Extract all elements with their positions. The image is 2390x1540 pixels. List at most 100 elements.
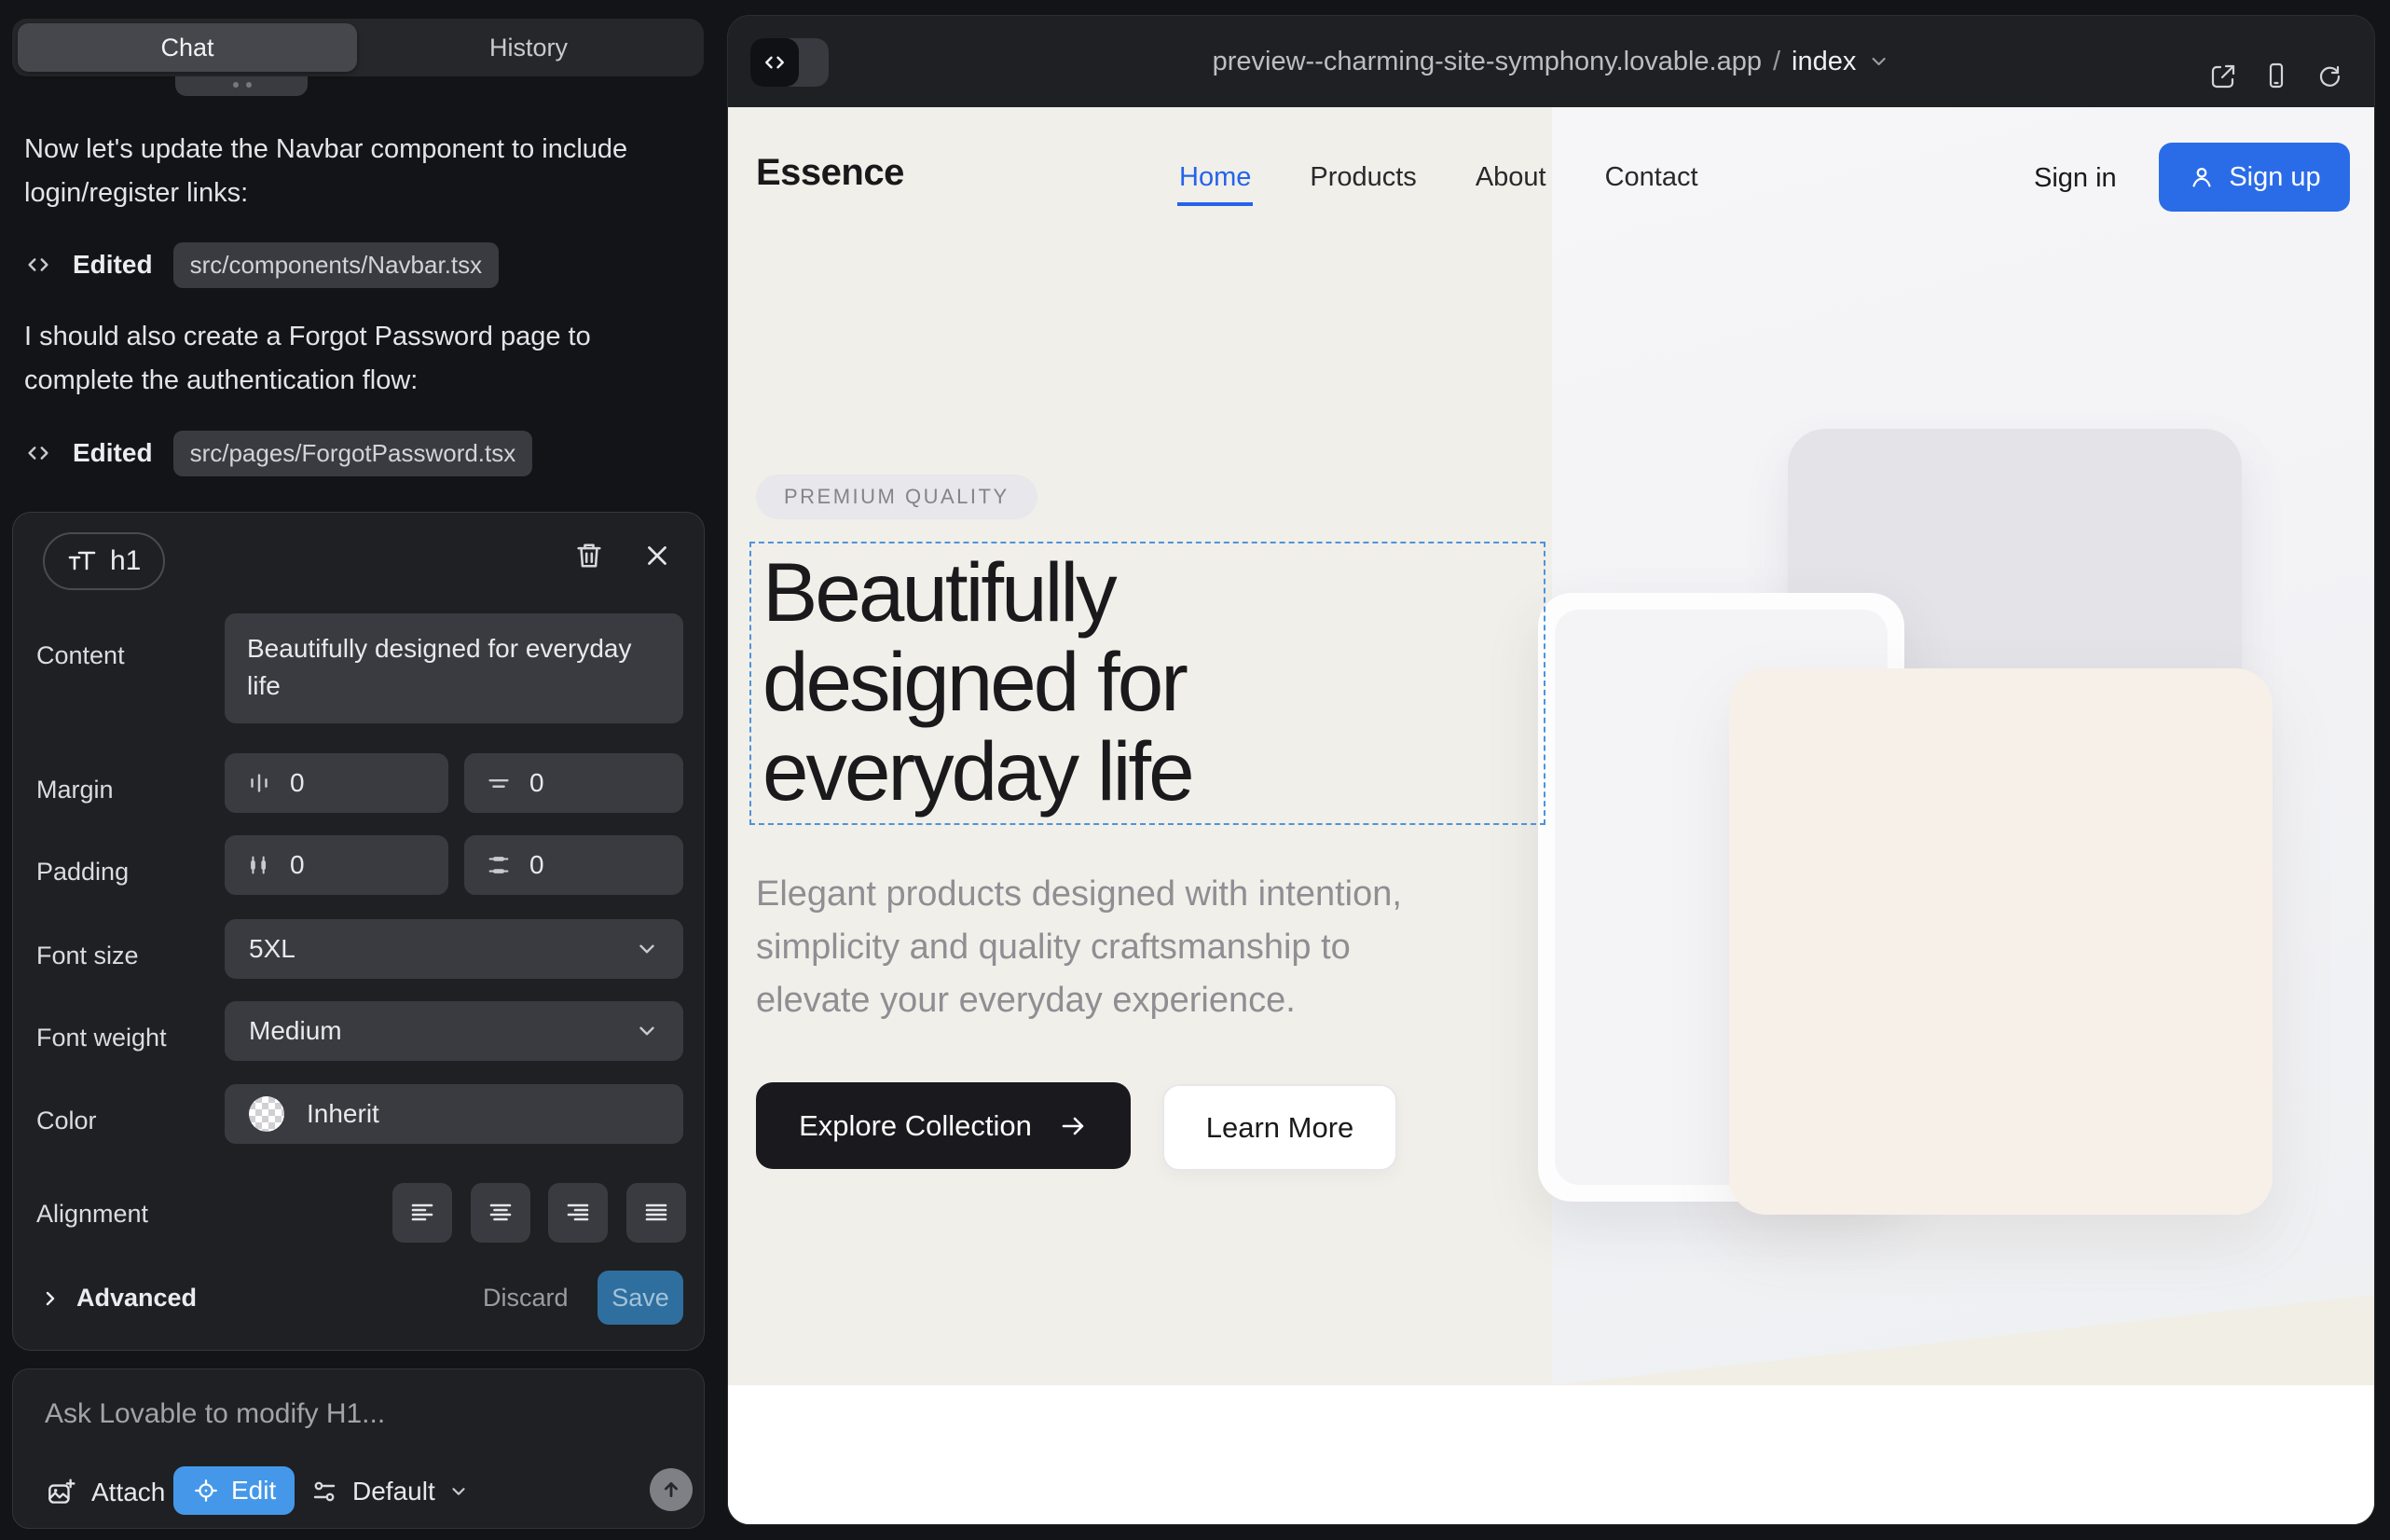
font-weight-select[interactable]: Medium: [225, 1001, 683, 1061]
align-justify-button[interactable]: [626, 1183, 686, 1243]
code-icon: [24, 439, 52, 467]
code-icon: [24, 251, 52, 279]
color-select[interactable]: Inherit: [225, 1084, 683, 1144]
site-logo[interactable]: Essence: [756, 152, 904, 194]
attach-button[interactable]: Attach: [45, 1477, 165, 1508]
code-preview-toggle[interactable]: [750, 38, 829, 87]
external-link-icon: [2208, 62, 2238, 91]
padding-horizontal-icon: [245, 851, 273, 879]
preview-window: preview--charming-site-symphony.lovable.…: [727, 15, 2375, 1525]
composer-input[interactable]: [43, 1397, 606, 1431]
content-label: Content: [36, 641, 125, 670]
padding-y-input[interactable]: 0: [464, 835, 683, 895]
nav-link-about[interactable]: About: [1476, 162, 1546, 193]
arrow-up-icon: [657, 1476, 685, 1504]
edited-label: Edited: [73, 438, 153, 468]
sliders-icon: [309, 1477, 339, 1506]
typography-icon: [67, 547, 97, 575]
nav-link-contact[interactable]: Contact: [1605, 162, 1698, 193]
sign-up-button[interactable]: Sign up: [2159, 143, 2350, 212]
chevron-down-icon: [1867, 50, 1889, 73]
smartphone-icon: [2261, 61, 2291, 90]
font-size-label: Font size: [36, 942, 139, 970]
preview-url-button[interactable]: preview--charming-site-symphony.lovable.…: [1213, 16, 1890, 107]
decor-card-beige: [1729, 668, 2273, 1215]
tab-chat-label[interactable]: Chat: [18, 23, 357, 72]
align-left-icon: [407, 1198, 437, 1228]
hero-heading: Beautifully designed for everyday life: [762, 547, 1192, 816]
margin-vertical-icon: [485, 769, 513, 797]
chevron-down-icon: [635, 1019, 659, 1043]
premium-quality-badge: PREMIUM QUALITY: [756, 474, 1037, 519]
mobile-view-button[interactable]: [2261, 61, 2291, 90]
refresh-button[interactable]: [2314, 61, 2344, 90]
mode-label: Default: [352, 1477, 435, 1506]
chat-message: Now let's update the Navbar component to…: [24, 128, 667, 215]
content-input[interactable]: Beautifully designed for everyday life: [225, 613, 683, 723]
learn-more-button[interactable]: Learn More: [1162, 1084, 1397, 1171]
color-swatch: [249, 1096, 284, 1132]
padding-x-input[interactable]: 0: [225, 835, 448, 895]
align-center-button[interactable]: [471, 1183, 530, 1243]
edited-file-row[interactable]: Edited src/components/Navbar.tsx: [24, 241, 499, 289]
send-button[interactable]: [650, 1468, 693, 1511]
chat-message: I should also create a Forgot Password p…: [24, 315, 667, 403]
alignment-label: Alignment: [36, 1200, 148, 1229]
element-inspector-panel: h1 Content Beautifully designed for ever…: [12, 512, 705, 1351]
sign-up-label: Sign up: [2229, 162, 2320, 193]
align-right-button[interactable]: [548, 1183, 608, 1243]
attach-label: Attach: [91, 1478, 165, 1507]
edit-label: Edit: [231, 1476, 276, 1506]
file-chip[interactable]: src/pages/ForgotPassword.tsx: [173, 431, 533, 476]
discard-button[interactable]: Discard: [483, 1284, 569, 1313]
site-next-section: [728, 1385, 2374, 1525]
code-view-icon[interactable]: [750, 38, 799, 87]
chevron-down-icon: [635, 937, 659, 961]
edited-file-row[interactable]: Edited src/pages/ForgotPassword.tsx: [24, 429, 532, 477]
arrow-right-icon: [1058, 1111, 1088, 1141]
chat-composer: Attach Edit Default: [12, 1368, 705, 1529]
save-button[interactable]: Save: [598, 1271, 683, 1325]
user-icon: [2188, 163, 2216, 191]
open-external-button[interactable]: [2208, 62, 2238, 91]
hero-section: Essence Home Products About Contact Sign…: [728, 107, 2374, 1385]
nav-link-home[interactable]: Home: [1179, 162, 1251, 193]
url-domain: preview--charming-site-symphony.lovable.…: [1213, 47, 1762, 77]
site-canvas: Essence Home Products About Contact Sign…: [728, 107, 2374, 1524]
font-size-select[interactable]: 5XL: [225, 919, 683, 979]
color-label: Color: [36, 1107, 97, 1135]
advanced-toggle[interactable]: Advanced: [39, 1284, 197, 1313]
margin-x-input[interactable]: 0: [225, 753, 448, 813]
padding-vertical-icon: [485, 851, 513, 879]
chevron-down-icon: [448, 1481, 469, 1502]
edited-label: Edited: [73, 250, 153, 280]
align-center-icon: [486, 1198, 515, 1228]
close-icon[interactable]: [641, 540, 673, 571]
attach-image-icon: [45, 1477, 76, 1508]
element-tag-label: h1: [110, 545, 141, 577]
margin-y-input[interactable]: 0: [464, 753, 683, 813]
url-page: index: [1792, 47, 1856, 77]
crosshair-icon: [192, 1477, 220, 1505]
align-right-icon: [563, 1198, 593, 1228]
explore-collection-button[interactable]: Explore Collection: [756, 1082, 1131, 1169]
scrolled-chip: [175, 76, 308, 96]
delete-element-button[interactable]: [572, 539, 606, 572]
chevron-right-icon: [39, 1287, 62, 1310]
selected-h1-outline[interactable]: Beautifully designed for everyday life: [749, 542, 1545, 825]
sign-in-link[interactable]: Sign in: [2034, 163, 2117, 194]
align-left-button[interactable]: [392, 1183, 452, 1243]
edit-mode-button[interactable]: Edit: [173, 1466, 295, 1515]
mode-select[interactable]: Default: [309, 1477, 469, 1506]
font-weight-label: Font weight: [36, 1024, 167, 1052]
tab-history[interactable]: History: [359, 23, 698, 72]
align-justify-icon: [641, 1198, 671, 1228]
file-chip[interactable]: src/components/Navbar.tsx: [173, 242, 500, 288]
padding-label: Padding: [36, 858, 129, 887]
nav-link-products[interactable]: Products: [1310, 162, 1416, 193]
margin-horizontal-icon: [245, 769, 273, 797]
advanced-label: Advanced: [76, 1284, 197, 1313]
margin-label: Margin: [36, 776, 114, 804]
url-separator: /: [1773, 47, 1780, 77]
refresh-icon: [2314, 61, 2344, 90]
